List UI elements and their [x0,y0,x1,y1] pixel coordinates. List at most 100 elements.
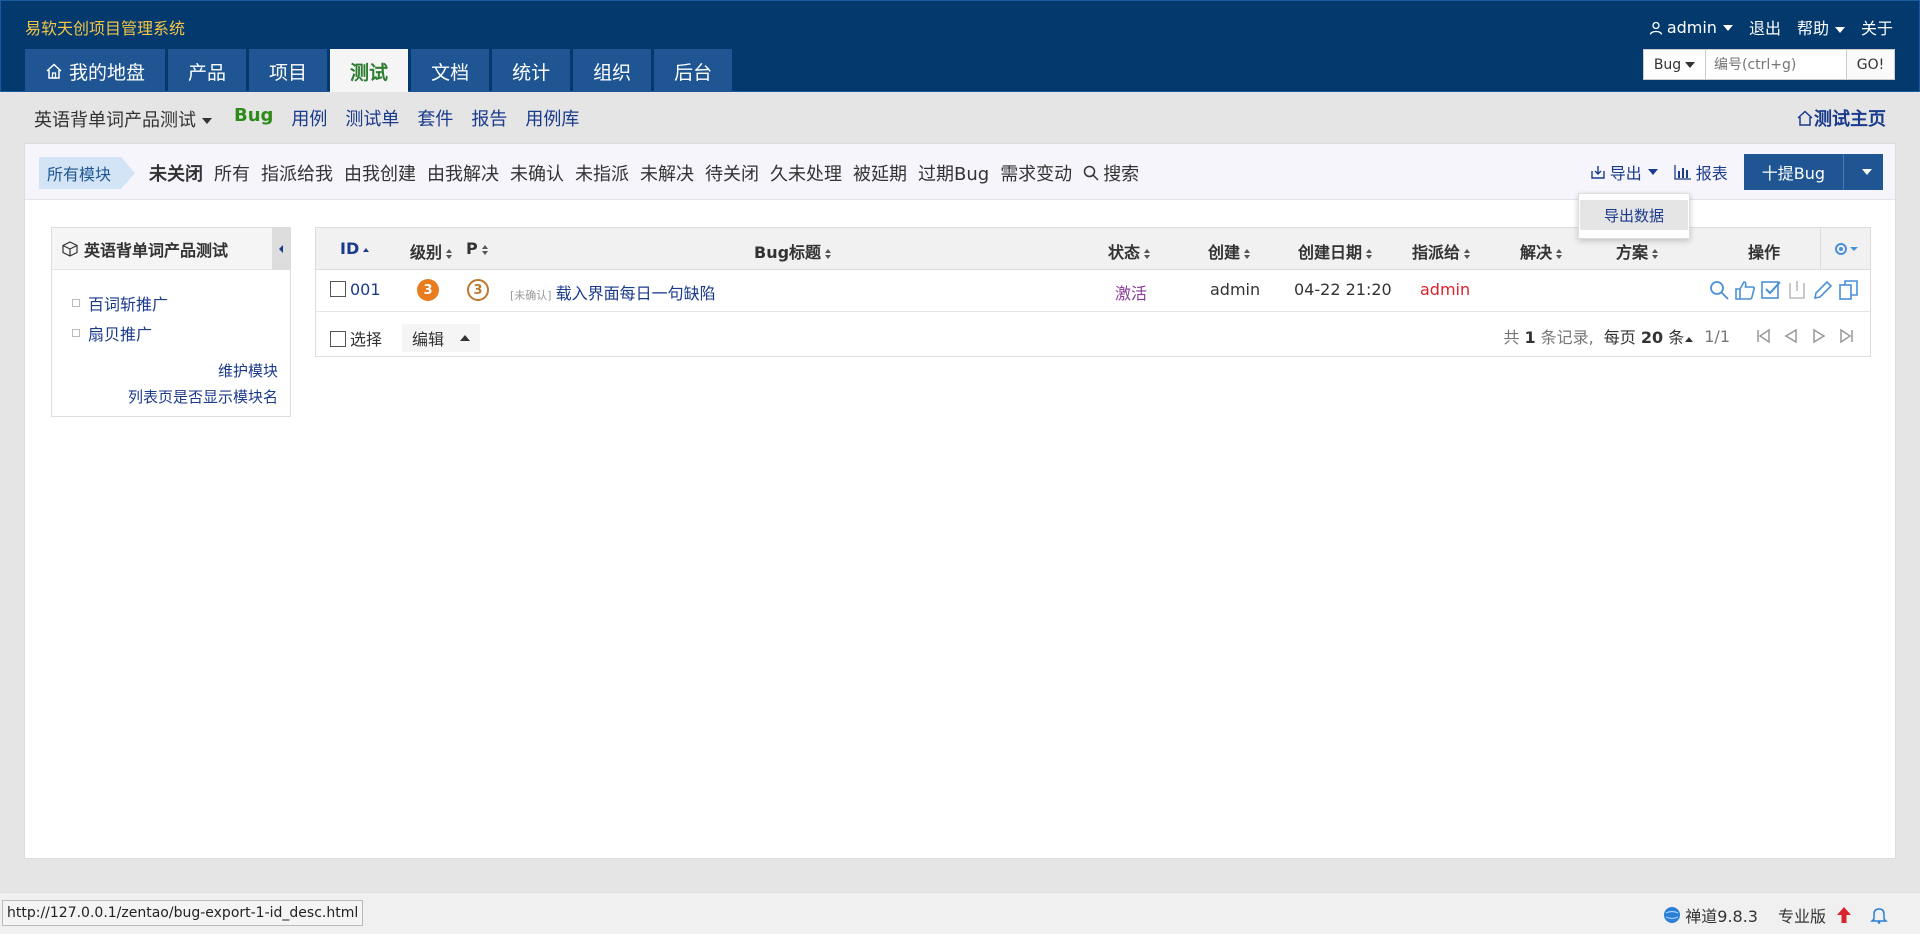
module-tree: 百词斩推广 扇贝推广 [52,270,290,348]
gear-icon [1834,243,1858,255]
prev-page-icon[interactable] [1782,327,1800,345]
filter-unassigned[interactable]: 未指派 [575,160,629,186]
filter-unconfirmed[interactable]: 未确认 [510,160,564,186]
subnav-case[interactable]: 用例 [291,105,327,131]
chevron-down-icon [1647,169,1658,175]
export-dropdown-menu: 导出数据 [1578,193,1690,239]
page-indicator: 1/1 [1704,326,1730,346]
col-assigned-to[interactable]: 指派给 [1412,239,1471,263]
close-bug-icon[interactable] [1786,279,1808,301]
filter-assigned-to-me[interactable]: 指派给我 [261,160,333,186]
filter-to-close[interactable]: 待关闭 [705,160,759,186]
filter-unclosed[interactable]: 未关闭 [149,160,203,186]
bell-icon[interactable] [1870,906,1888,924]
tab-company[interactable]: 组织 [573,49,652,93]
maintain-module-link[interactable]: 维护模块 [128,358,278,384]
version-link[interactable]: 禅道9.8.3 [1663,903,1758,927]
module-breadcrumb[interactable]: 所有模块 [39,157,136,189]
filter-long-lasting[interactable]: 久未处理 [770,160,842,186]
module-node[interactable]: 扇贝推广 [72,318,290,348]
tab-report[interactable]: 统计 [492,49,571,93]
col-pri[interactable]: P [466,239,488,258]
col-creator[interactable]: 创建 [1208,239,1251,263]
filter-resolved-by-me[interactable]: 由我解决 [427,160,499,186]
filter-search[interactable]: 搜索 [1083,160,1139,186]
export-button[interactable]: 导出 [1590,160,1658,184]
module-node[interactable]: 百词斩推广 [72,288,290,318]
col-resolved-by[interactable]: 解决 [1520,239,1563,263]
upgrade-arrow-icon[interactable] [1836,906,1852,924]
sort-icon [1464,248,1471,259]
search-icon[interactable] [1708,279,1730,301]
export-data-item[interactable]: 导出数据 [1580,200,1688,230]
filter-opened-by-me[interactable]: 由我创建 [344,160,416,186]
show-module-name-link[interactable]: 列表页是否显示模块名 [128,384,278,410]
col-resolution[interactable]: 方案 [1616,239,1659,263]
per-page-select[interactable]: 每页 20 条 [1604,324,1694,348]
create-bug-button[interactable]: 十提Bug [1743,154,1843,190]
product-switcher[interactable]: 英语背单词产品测试 [34,106,212,132]
table-row[interactable]: 001 3 3 [未确认] 载入界面每日一句缺陷 激活 admin 04-22 2… [316,270,1870,312]
last-page-icon[interactable] [1838,327,1856,345]
filter-story-changed[interactable]: 需求变动 [1000,160,1072,186]
feature-bar: 所有模块 未关闭 所有 指派给我 由我创建 由我解决 未确认 未指派 未解决 待… [25,144,1895,200]
search-type-select[interactable]: Bug [1644,50,1706,79]
sort-icon [1244,248,1251,259]
search-input[interactable] [1706,50,1846,79]
subnav-bug[interactable]: Bug [234,105,273,131]
create-bug-dropdown[interactable] [1843,154,1883,190]
row-checkbox[interactable] [330,281,346,297]
export-icon [1590,166,1605,179]
search-go-button[interactable]: GO! [1846,50,1894,79]
report-button[interactable]: 报表 [1674,160,1728,184]
thumbs-up-icon[interactable] [1734,279,1756,301]
logout-link[interactable]: 退出 [1749,15,1781,39]
main-panel: 所有模块 未关闭 所有 指派给我 由我创建 由我解决 未确认 未指派 未解决 待… [24,143,1896,859]
sort-asc-icon [363,245,370,255]
copy-icon[interactable] [1838,279,1860,301]
tab-admin[interactable]: 后台 [654,49,733,93]
subnav-report[interactable]: 报告 [471,105,507,131]
col-created-date[interactable]: 创建日期 [1298,239,1373,263]
row-title[interactable]: [未确认] 载入界面每日一句缺陷 [510,280,716,304]
globe-icon [1664,907,1681,923]
select-all[interactable]: 选择 [330,326,382,350]
column-settings-button[interactable] [1820,228,1870,270]
sort-icon [1556,248,1563,259]
col-severity[interactable]: 级别 [410,239,453,263]
col-title[interactable]: Bug标题 [754,239,832,263]
filter-unresolved[interactable]: 未解决 [640,160,694,186]
subnav-suite[interactable]: 套件 [417,105,453,131]
tab-doc[interactable]: 文档 [411,49,490,93]
next-page-icon[interactable] [1810,327,1828,345]
user-icon [1649,21,1662,35]
filter-all[interactable]: 所有 [214,160,250,186]
module-tree-panel: 英语背单词产品测试 百词斩推广 扇贝推广 维护模块 列表页是否显示模块名 [51,227,291,417]
help-menu[interactable]: 帮助 [1797,15,1845,39]
edit-icon[interactable] [1812,279,1834,301]
tab-test[interactable]: 测试 [330,49,409,93]
subnav-caselib[interactable]: 用例库 [525,105,579,131]
col-status[interactable]: 状态 [1108,239,1151,263]
row-id[interactable]: 001 [330,280,381,299]
col-id[interactable]: ID [340,239,370,258]
tab-my[interactable]: 我的地盘 [25,49,166,93]
filter-postponed[interactable]: 被延期 [853,160,907,186]
row-actions [1708,279,1860,301]
batch-edit-button[interactable]: 编辑 [402,324,481,352]
edition-link[interactable]: 专业版 [1778,903,1826,927]
select-all-checkbox[interactable] [330,331,346,347]
chevron-left-icon [279,245,283,253]
bug-filters: 未关闭 所有 指派给我 由我创建 由我解决 未确认 未指派 未解决 待关闭 久未… [149,160,1139,186]
first-page-icon[interactable] [1754,327,1772,345]
tab-product[interactable]: 产品 [168,49,247,93]
user-menu[interactable]: admin [1649,18,1733,37]
subnav-testtask[interactable]: 测试单 [345,105,399,131]
about-link[interactable]: 关于 [1861,15,1893,39]
sub-nav: 英语背单词产品测试 Bug 用例 测试单 套件 报告 用例库 测试主页 [0,92,1920,140]
tab-project[interactable]: 项目 [249,49,328,93]
test-home-link[interactable]: 测试主页 [1796,105,1886,131]
collapse-side-button[interactable] [272,228,290,270]
check-box-icon[interactable] [1760,279,1782,301]
filter-overdue[interactable]: 过期Bug [918,160,989,186]
